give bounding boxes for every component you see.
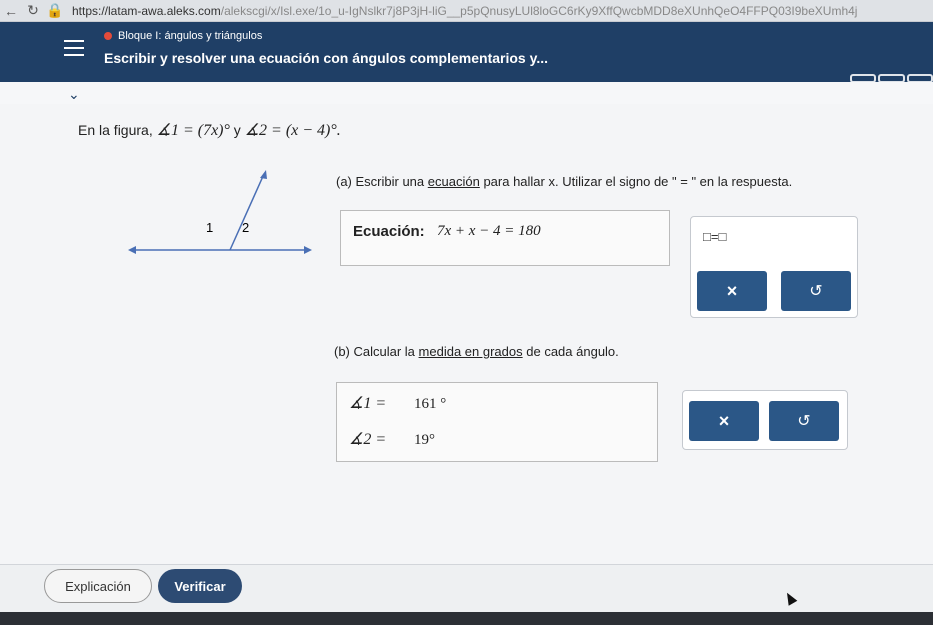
arrow-up-icon [260, 170, 267, 179]
undo-button[interactable]: ↺ [781, 271, 851, 311]
ray-line [229, 173, 265, 251]
url-path: /alekscgi/x/Isl.exe/1o_u-IgNslkr7j8P3jH-… [220, 3, 858, 18]
part-b-prompt: (b) Calcular la medida en grados de cada… [334, 344, 619, 359]
medida-link[interactable]: medida en grados [419, 344, 523, 359]
topic-status-dot [104, 32, 112, 40]
intro-text: En la figura, [78, 122, 153, 138]
verify-button[interactable]: Verificar [158, 569, 242, 603]
part-b-suffix: de cada ángulo. [526, 344, 619, 359]
part-a-prompt: (a) Escribir una ecuación para hallar x.… [336, 174, 792, 189]
page-title: Escribir y resolver una ecuación con áng… [104, 50, 549, 66]
equation-input[interactable]: 7x + x − 4 = 180 [437, 223, 541, 240]
explanation-button[interactable]: Explicación [44, 569, 152, 603]
angle1-label: ∡1 = [349, 395, 387, 412]
part-a-suffix: para hallar x. Utilizar el signo de " = … [483, 174, 793, 189]
angle2-input[interactable]: 19° [414, 432, 435, 448]
part-b-prefix: (b) Calcular la [334, 344, 415, 359]
angle1-expression: ∡1 = (7x)° [156, 122, 230, 139]
equation-answer-box[interactable]: Ecuación: 7x + x − 4 = 180 [340, 210, 670, 266]
angle-figure: 1 2 [128, 170, 312, 254]
equation-toolbox: □=□ × ↺ [690, 216, 858, 318]
app-header: Bloque I: ángulos y triángulos Escribir … [0, 22, 933, 83]
lock-icon: 🔒 [46, 2, 64, 18]
back-icon[interactable]: ← [0, 0, 22, 22]
problem-statement: En la figura, ∡1 = (7x)° y ∡2 = (x − 4)°… [78, 120, 341, 140]
angle2-row: ∡2 = 19° [349, 429, 435, 449]
menu-icon[interactable] [64, 40, 84, 56]
equation-label: Ecuación: [353, 223, 425, 240]
bottom-strip [0, 612, 933, 625]
topic-line: Bloque I: ángulos y triángulos [104, 30, 262, 42]
angles-answer-box[interactable]: ∡1 = 161 ° ∡2 = 19° [336, 382, 658, 462]
clear-button[interactable]: × [697, 271, 767, 311]
angle2-label: ∡2 = [349, 431, 387, 448]
arrow-right-icon [304, 246, 312, 254]
url-host: https://latam-awa.aleks.com [72, 3, 221, 18]
angle1-row: ∡1 = 161 ° [349, 393, 446, 413]
browser-bar: ← ↻ 🔒 https://latam-awa.aleks.com/aleksc… [0, 0, 933, 22]
equals-template-button[interactable]: □=□ [703, 229, 726, 244]
problem-area: En la figura, ∡1 = (7x)° y ∡2 = (x − 4)°… [0, 104, 933, 564]
topic-title: Bloque I: ángulos y triángulos [118, 30, 263, 42]
clear-button-b[interactable]: × [689, 401, 759, 441]
ecuacion-link[interactable]: ecuación [428, 174, 480, 189]
chevron-down-icon[interactable]: ⌄ [68, 86, 80, 103]
angle1-input[interactable]: 161 ° [414, 396, 446, 412]
arrow-left-icon [128, 246, 136, 254]
angle2-expression: ∡2 = (x − 4)°. [244, 122, 341, 139]
reload-icon[interactable]: ↻ [22, 0, 44, 22]
collapse-row: ⌄ [0, 82, 933, 104]
angles-toolbox: × ↺ [682, 390, 848, 450]
angle-1-label: 1 [206, 220, 213, 235]
angle-2-label: 2 [242, 220, 249, 235]
conjunction: y [233, 122, 241, 138]
undo-button-b[interactable]: ↺ [769, 401, 839, 441]
url-bar[interactable]: https://latam-awa.aleks.com/alekscgi/x/I… [72, 4, 892, 18]
part-a-prefix: (a) Escribir una [336, 174, 425, 189]
